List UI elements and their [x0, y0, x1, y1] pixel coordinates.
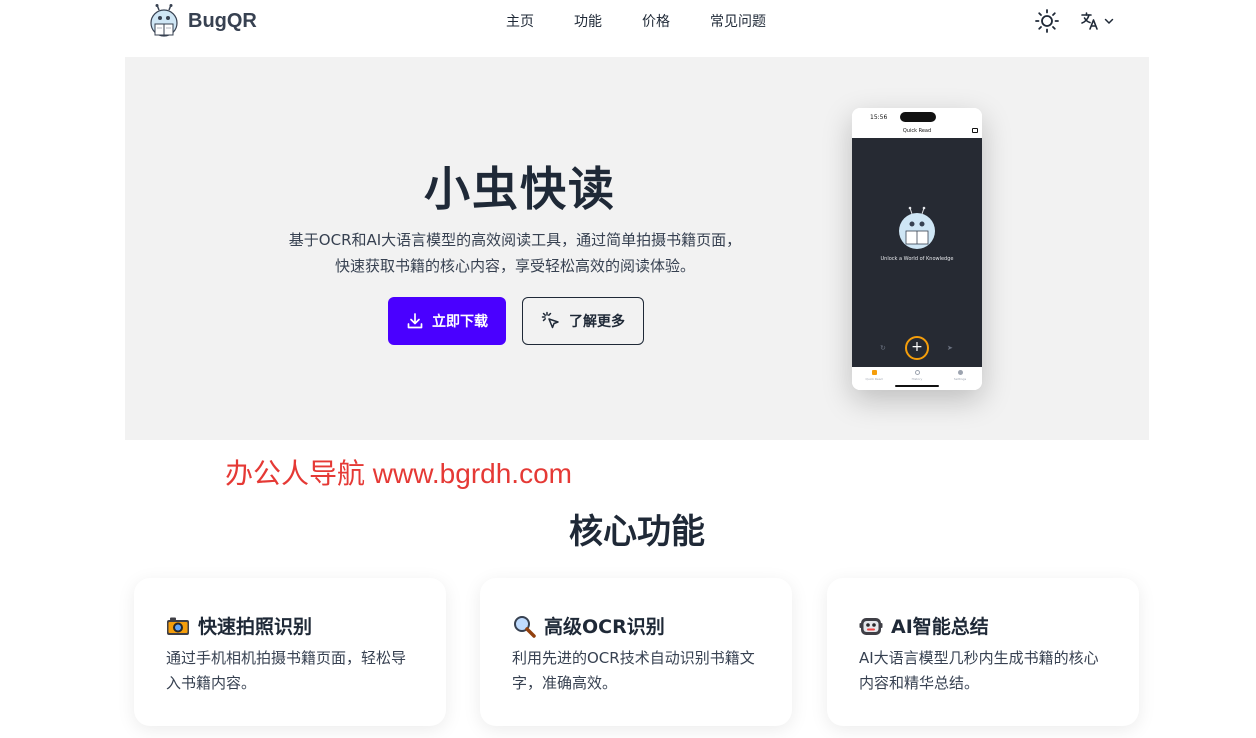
- phone-tab-quick-read: Quick Read: [864, 370, 884, 381]
- phone-time: 15:56: [870, 114, 888, 121]
- feature-card-description: 利用先进的OCR技术自动识别书籍文字，准确高效。: [512, 649, 755, 692]
- phone-tab-label: Settings: [953, 377, 967, 381]
- feature-card-title: 高级OCR识别: [544, 616, 665, 638]
- hero-title: 小虫快读: [424, 162, 616, 216]
- sun-icon: [1035, 9, 1059, 33]
- phone-status-bar: 15:56 Quick Read: [852, 108, 982, 138]
- feature-card-ocr: 高级OCR识别 利用先进的OCR技术自动识别书籍文字，准确高效。: [480, 578, 792, 726]
- main-nav: 主页 功能 价格 常见问题: [506, 12, 766, 32]
- phone-tagline: Unlock a World of Knowledge: [880, 256, 954, 262]
- feature-card-header: 快速拍照识别: [166, 612, 312, 639]
- feature-card-description: 通过手机相机拍摄书籍页面，轻松导入书籍内容。: [166, 649, 407, 692]
- feature-card-title: 快速拍照识别: [198, 616, 313, 638]
- clock-icon: [914, 370, 920, 375]
- phone-add-button: +: [905, 336, 929, 360]
- learn-more-button-label: 了解更多: [569, 314, 625, 330]
- feature-card-title: AI智能总结: [891, 616, 989, 638]
- cursor-click-icon: [541, 311, 559, 329]
- phone-tab-bar: Quick Read History Settings: [852, 367, 982, 390]
- download-icon: [407, 313, 423, 329]
- phone-tab-label: Quick Read: [865, 377, 883, 381]
- send-icon: ➤: [947, 344, 953, 352]
- learn-more-button[interactable]: 了解更多: [522, 297, 644, 345]
- book-icon: [871, 370, 877, 375]
- home-indicator: [895, 385, 939, 387]
- bug-logo-icon: [148, 4, 180, 38]
- phone-tab-history: History: [907, 370, 927, 381]
- language-switcher[interactable]: [1080, 10, 1118, 32]
- features-title: 核心功能: [569, 512, 705, 552]
- refresh-icon: ↻: [880, 344, 886, 352]
- feature-card-photo: 快速拍照识别 通过手机相机拍摄书籍页面，轻松导入书籍内容。: [134, 578, 446, 726]
- feature-card-ai-summary: AI智能总结 AI大语言模型几秒内生成书籍的核心内容和精华总结。: [827, 578, 1139, 726]
- dynamic-island: [900, 112, 936, 122]
- chevron-down-icon: [1104, 18, 1114, 25]
- download-button-label: 立即下载: [432, 314, 488, 330]
- brand-logo[interactable]: BugQR: [148, 4, 257, 38]
- translate-icon: [1081, 12, 1098, 30]
- phone-tab-settings: Settings: [950, 370, 970, 381]
- theme-toggle-button[interactable]: [1034, 8, 1060, 34]
- phone-mockup: 15:56 Quick Read Unlock a World of Knowl…: [852, 108, 982, 390]
- robot-reader-icon: [899, 206, 935, 249]
- download-button[interactable]: 立即下载: [388, 297, 506, 345]
- hero-section: 小虫快读 基于OCR和AI大语言模型的高效阅读工具，通过简单拍摄书籍页面，快速获…: [125, 57, 1149, 440]
- magnifier-icon: [512, 614, 536, 638]
- nav-item-home[interactable]: 主页: [506, 12, 574, 32]
- nav-item-faq[interactable]: 常见问题: [710, 12, 766, 32]
- phone-screen: Unlock a World of Knowledge ↻ + ➤: [852, 138, 982, 367]
- nav-item-pricing[interactable]: 价格: [642, 12, 710, 32]
- phone-tab-label: History: [911, 377, 923, 381]
- nav-item-features[interactable]: 功能: [574, 12, 642, 32]
- phone-app-title: Quick Read: [902, 128, 932, 134]
- camera-icon: [166, 614, 190, 638]
- hero-description: 基于OCR和AI大语言模型的高效阅读工具，通过简单拍摄书籍页面，快速获取书籍的核…: [288, 231, 742, 275]
- robot-icon: [859, 614, 883, 638]
- site-header: BugQR 主页 功能 价格 常见问题: [0, 0, 1256, 56]
- feature-card-header: 高级OCR识别: [512, 612, 665, 639]
- brand-name: BugQR: [188, 9, 257, 32]
- feature-card-description: AI大语言模型几秒内生成书籍的核心内容和精华总结。: [859, 649, 1099, 692]
- gear-icon: [957, 370, 963, 375]
- feature-card-header: AI智能总结: [859, 612, 989, 639]
- watermark-text: 办公人导航 www.bgrdh.com: [225, 458, 572, 489]
- camera-icon: [972, 128, 978, 133]
